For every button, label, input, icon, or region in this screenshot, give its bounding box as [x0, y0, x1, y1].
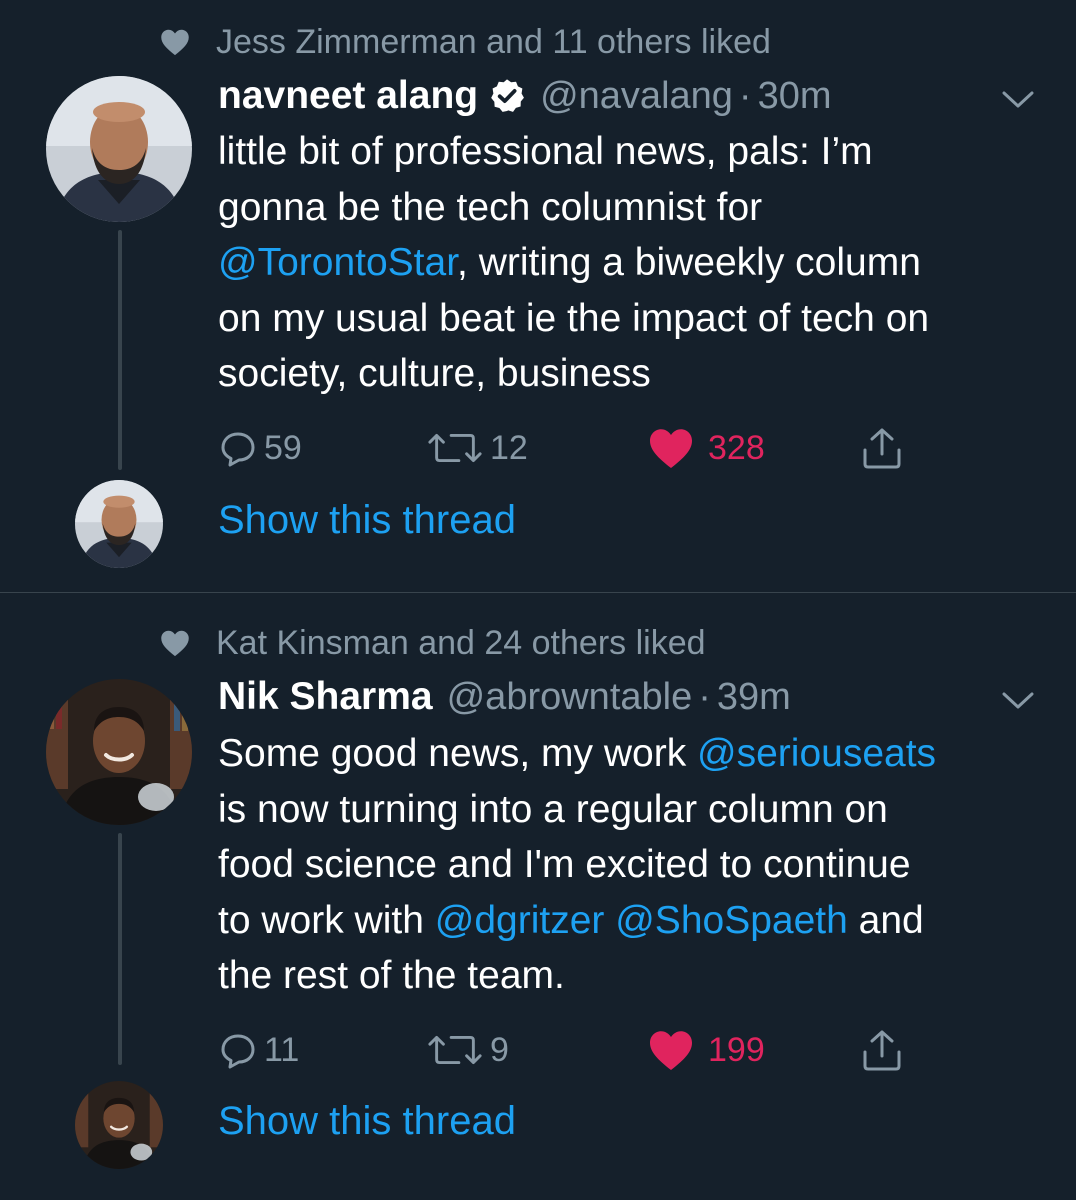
- heart-icon: [160, 629, 190, 657]
- tweet-text-segment: little bit of professional news, pals: I…: [218, 130, 873, 173]
- tweet-text-segment: the rest of the team.: [218, 954, 565, 997]
- tweet-text-line: the rest of the team.: [218, 948, 1058, 1004]
- tweet-text-line: gonna be the tech columnist for: [218, 180, 1058, 236]
- mention-link[interactable]: @ShoSpaeth: [615, 899, 848, 942]
- heart-icon: [160, 28, 190, 56]
- reply-icon: [218, 428, 258, 468]
- avatar[interactable]: [46, 679, 192, 825]
- liked-by-text: Kat Kinsman and 24 others liked: [216, 623, 706, 662]
- verified-badge-icon: [488, 77, 526, 115]
- share-button[interactable]: [860, 423, 904, 473]
- tweet-text-line: @TorontoStar, writing a biweekly column: [218, 235, 1058, 291]
- social-context: Kat Kinsman and 24 others liked: [160, 623, 706, 663]
- thread-avatar[interactable]: [75, 480, 163, 568]
- heart-icon: [648, 1029, 694, 1071]
- tweet-text-segment: is now turning into a regular column on: [218, 787, 888, 831]
- retweet-count: 12: [490, 428, 528, 467]
- action-bar: 59 12 328: [218, 423, 918, 473]
- thread-avatar[interactable]: [75, 1081, 163, 1169]
- like-count: 199: [708, 1030, 765, 1069]
- tweet-text-line: society, culture, business: [218, 346, 1058, 402]
- tweet-text-line: little bit of professional news, pals: I…: [218, 124, 1058, 180]
- tweet-text: little bit of professional news, pals: I…: [218, 124, 1058, 402]
- tweet-text-segment: , writing a biweekly column: [457, 241, 921, 284]
- avatar[interactable]: [46, 76, 192, 222]
- timestamp[interactable]: 30m: [758, 75, 832, 118]
- separator-dot: ·: [698, 675, 711, 718]
- tweet-header: navneet alang @navalang · 30m: [218, 72, 832, 120]
- separator-dot: ·: [738, 74, 752, 117]
- tweet-text: Some good news, my work @seriouseats is n…: [218, 726, 1058, 1004]
- chevron-down-icon[interactable]: [998, 84, 1038, 114]
- liked-by-text: Jess Zimmerman and 11 others liked: [216, 22, 771, 61]
- display-name[interactable]: navneet alang: [218, 74, 478, 118]
- like-count: 328: [708, 428, 765, 467]
- share-button[interactable]: [860, 1025, 904, 1075]
- show-thread-link[interactable]: Show this thread: [218, 1099, 516, 1144]
- tweet-text-line: Some good news, my work @seriouseats: [218, 726, 1058, 782]
- tweet-header: Nik Sharma @abrowntable · 39m: [218, 673, 791, 721]
- like-button[interactable]: 328: [648, 423, 765, 473]
- retweet-button[interactable]: 12: [426, 423, 528, 473]
- chevron-down-icon[interactable]: [998, 685, 1038, 715]
- retweet-button[interactable]: 9: [426, 1025, 509, 1075]
- reply-count: 11: [264, 1030, 300, 1069]
- tweet-text-line: is now turning into a regular column on: [218, 782, 1058, 838]
- retweet-icon: [426, 428, 484, 468]
- reply-button[interactable]: 11: [218, 1025, 299, 1075]
- social-context: Jess Zimmerman and 11 others liked: [160, 22, 771, 62]
- tweet-text-line: to work with @dgritzer @ShoSpaeth and: [218, 893, 1058, 949]
- share-icon: [860, 426, 904, 470]
- show-thread-link[interactable]: Show this thread: [218, 498, 516, 543]
- tweet-text-segment: food science and I'm excited to continue: [218, 843, 911, 886]
- mention-link[interactable]: @TorontoStar: [218, 241, 457, 284]
- retweet-icon: [426, 1030, 484, 1070]
- reply-icon: [218, 1030, 258, 1070]
- tweet-text-segment: on my usual beat ie the impact of tech o…: [218, 296, 930, 340]
- reply-count: 59: [264, 428, 302, 467]
- thread-connector: [118, 230, 122, 470]
- action-bar: 11 9 199: [218, 1025, 918, 1075]
- tweet-text-segment: to work with: [218, 898, 435, 942]
- username-handle[interactable]: @abrowntable: [447, 676, 693, 719]
- share-icon: [860, 1028, 904, 1072]
- tweet-text-segment: and: [847, 898, 924, 942]
- thread-connector: [118, 833, 122, 1065]
- display-name[interactable]: Nik Sharma: [218, 675, 433, 719]
- mention-link[interactable]: @seriouseats: [697, 732, 936, 775]
- tweet-navalang[interactable]: Jess Zimmerman and 11 others liked navne…: [0, 0, 1076, 592]
- reply-button[interactable]: 59: [218, 423, 302, 473]
- tweet-text-line: on my usual beat ie the impact of tech o…: [218, 291, 1058, 347]
- heart-icon: [648, 427, 694, 469]
- timestamp[interactable]: 39m: [717, 676, 791, 719]
- retweet-count: 9: [490, 1030, 509, 1069]
- tweet-text-segment: Some good news, my work: [218, 732, 698, 775]
- tweet-text-segment: [604, 899, 615, 942]
- tweet-text-segment: society, culture, business: [218, 352, 651, 395]
- tweet-abrowntable[interactable]: Kat Kinsman and 24 others liked Nik Shar…: [0, 593, 1076, 1200]
- like-button[interactable]: 199: [648, 1025, 765, 1075]
- username-handle[interactable]: @navalang: [540, 75, 733, 118]
- mention-link[interactable]: @dgritzer: [435, 899, 605, 942]
- tweet-text-segment: gonna be the tech columnist for: [218, 185, 763, 229]
- tweet-text-line: food science and I'm excited to continue: [218, 837, 1058, 893]
